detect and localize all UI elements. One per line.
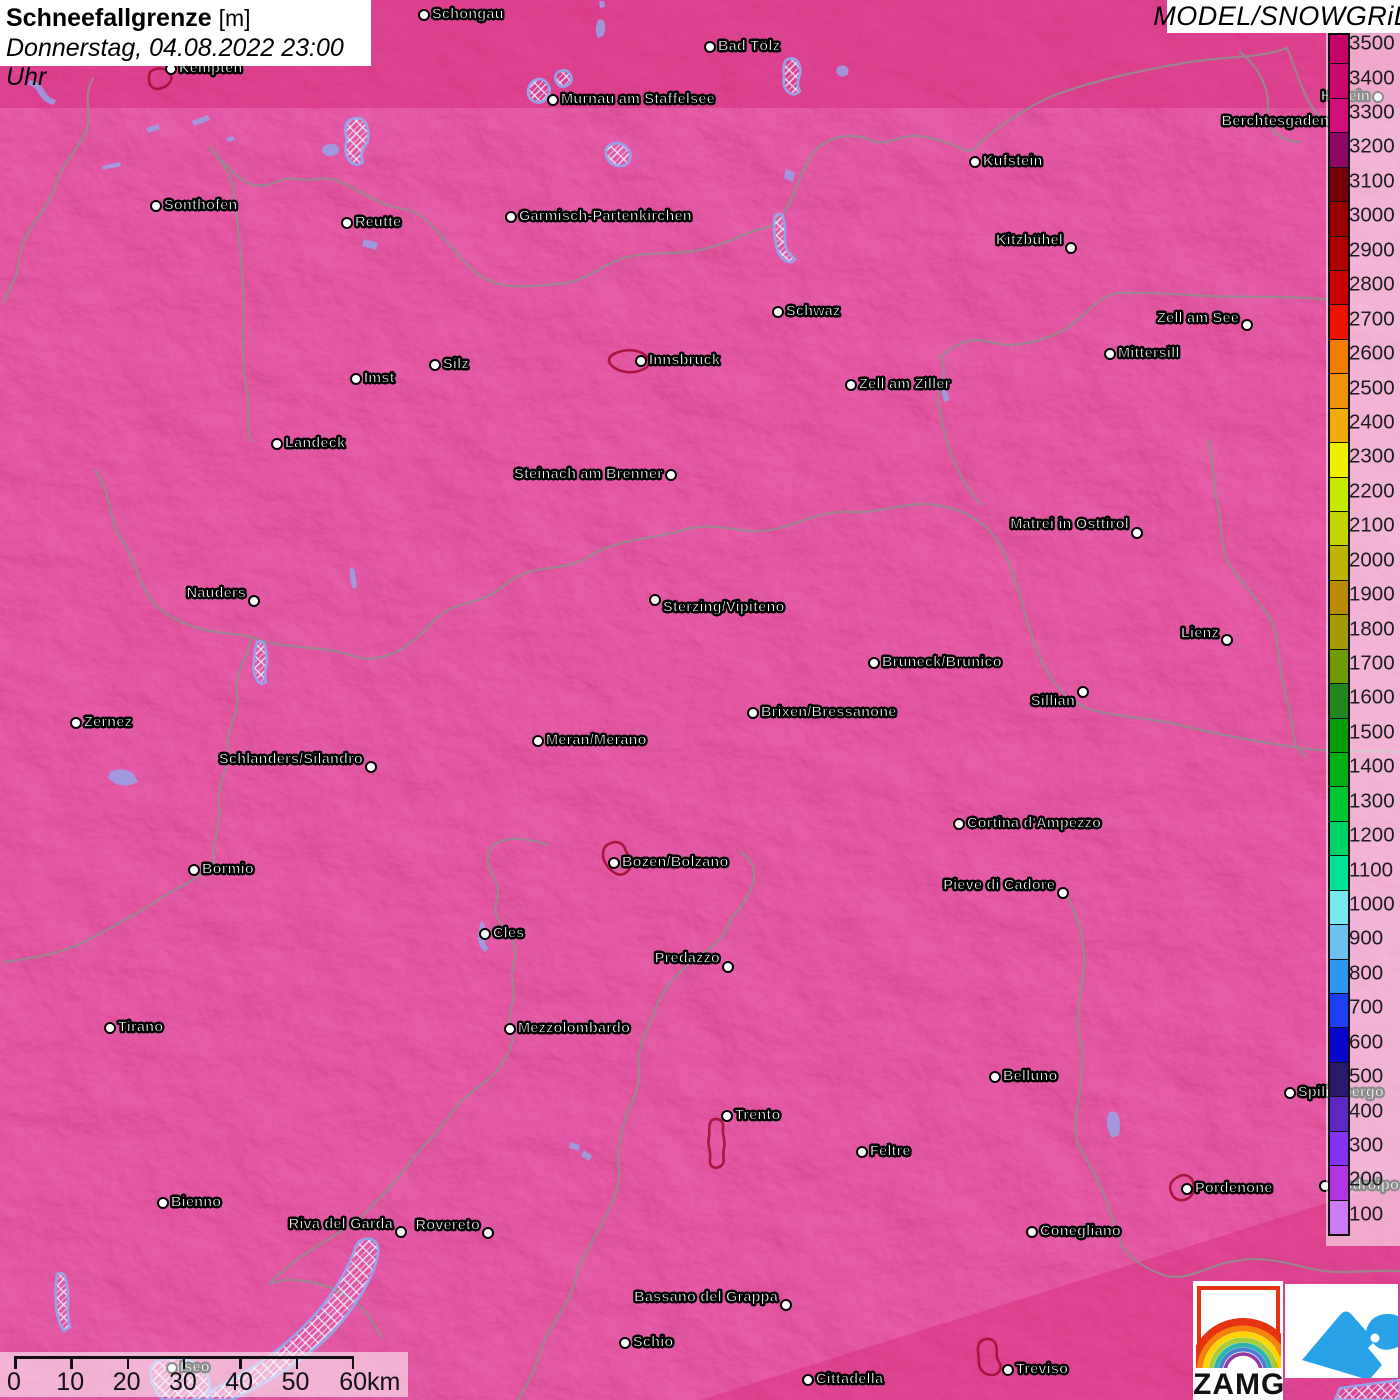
scalebar-label: 20 (112, 1368, 141, 1396)
colorbar-segment (1330, 63, 1348, 98)
colorbar-segment (1330, 958, 1348, 994)
colorbar-segment (1330, 579, 1348, 615)
colorbar-tick-label: 300 (1349, 1133, 1384, 1157)
colorbar-segment (1330, 1061, 1348, 1097)
colorbar-segment (1330, 235, 1348, 270)
city-boundary-outlines (147, 67, 1196, 1377)
model-box: MODEL/SNOWGRiD (1153, 0, 1400, 33)
colorbar-panel: 3500 3400 3300 3200 3100 3000 2900 2800 2700 2600… (1326, 31, 1400, 1246)
scalebar-label: 30 (168, 1368, 197, 1396)
zamg-wordmark: ZAMG (1193, 1368, 1286, 1400)
partner-logo (1285, 1284, 1400, 1380)
colorbar-tick-label: 600 (1349, 1030, 1384, 1054)
colorbar-segment (1330, 545, 1348, 580)
colorbar-tick-label: 3100 (1349, 169, 1395, 193)
water-features (54, 57, 1400, 1400)
colorbar-segment (1330, 1130, 1348, 1166)
colorbar-segment (1330, 269, 1348, 305)
colorbar-tick-label: 1300 (1349, 789, 1395, 813)
colorbar-segment (1330, 132, 1348, 167)
admin-borders (2, 46, 1400, 1400)
mountain-icon (1302, 1311, 1400, 1380)
colorbar-segment (1330, 683, 1348, 718)
colorbar-segment (1330, 35, 1348, 64)
colorbar-tick-label: 3000 (1349, 203, 1395, 227)
colorbar-tick-label: 1700 (1349, 651, 1395, 675)
colorbar-segment (1330, 97, 1348, 133)
colorbar-tick-label: 2800 (1349, 272, 1395, 296)
scalebar-label: 50 (281, 1368, 310, 1396)
colorbar-segment (1330, 476, 1348, 511)
colorbar-tick-label: 100 (1349, 1202, 1384, 1226)
scalebar-label: 40 (225, 1368, 254, 1396)
colorbar-segment (1330, 166, 1348, 202)
colorbar-tick-label: 1000 (1349, 892, 1395, 916)
small-water-features (28, 1, 1120, 1161)
timestamp: Donnerstag, 04.08.2022 23:00 Uhr (6, 34, 344, 91)
colorbar-tick-label: 2100 (1349, 513, 1395, 537)
colorbar-segment (1330, 889, 1348, 925)
colorbar-tick-label: 1500 (1349, 720, 1395, 744)
colorbar-segment (1330, 855, 1348, 890)
colorbar-tick-label: 2200 (1349, 479, 1395, 503)
snowline-map-screenshot: Schongau Bad Tölz Kempten Murnau am Staffel… (0, 0, 1400, 1400)
colorbar-tick-label: 1800 (1349, 617, 1395, 641)
colorbar-segment (1330, 1199, 1348, 1235)
colorbar-segment (1330, 752, 1348, 787)
colorbar-segment (1330, 1165, 1348, 1200)
colorbar-segment (1330, 407, 1348, 443)
scalebar: 0 10 20 30 40 50 60km (0, 1352, 408, 1397)
title-box: Schneefallgrenze [m] Donnerstag, 04.08.2… (0, 0, 371, 91)
colorbar-tick-label: 1600 (1349, 685, 1395, 709)
colorbar-tick-label: 700 (1349, 995, 1384, 1019)
model-label: MODEL/SNOWGRiD (1153, 1, 1400, 31)
colorbar-tick-label: 2600 (1349, 341, 1395, 365)
colorbar-tick-label: 1900 (1349, 582, 1395, 606)
colorbar-tick-label: 1100 (1349, 858, 1394, 882)
colorbar-tick-label: 800 (1349, 961, 1384, 985)
colorbar-tick-label: 500 (1349, 1064, 1384, 1088)
colorbar-tick-label: 3400 (1349, 66, 1395, 90)
colorbar-segment (1330, 648, 1348, 684)
title-unit: [m] (218, 5, 251, 31)
colorbar-segment (1330, 442, 1348, 477)
colorbar-segment (1330, 1027, 1348, 1062)
colorbar-segment (1330, 338, 1348, 374)
colorbar-tick-label: 3500 (1349, 31, 1395, 55)
colorbar-tick-label: 400 (1349, 1099, 1384, 1123)
map-canvas (0, 0, 1400, 1400)
colorbar-tick-label: 900 (1349, 926, 1384, 950)
colorbar-tick-label: 3300 (1349, 100, 1395, 124)
colorbar-segment (1330, 993, 1348, 1028)
scalebar-label: 60km (339, 1368, 401, 1396)
colorbar-tick-label: 2700 (1349, 307, 1395, 331)
snowline-fill (0, 0, 1400, 1400)
zamg-logo: ZAMG (1193, 1281, 1286, 1400)
colorbar (1328, 33, 1350, 1236)
colorbar-segment (1330, 1096, 1348, 1131)
colorbar-segment (1330, 511, 1348, 546)
colorbar-segment (1330, 820, 1348, 856)
page-title: Schneefallgrenze [m] (6, 4, 251, 32)
scalebar-label: 0 (7, 1368, 21, 1396)
scalebar-label: 10 (56, 1368, 85, 1396)
colorbar-segment (1330, 304, 1348, 339)
colorbar-tick-label: 2900 (1349, 238, 1395, 262)
colorbar-segment (1330, 614, 1348, 649)
colorbar-tick-label: 1400 (1349, 754, 1395, 778)
colorbar-tick-label: 200 (1349, 1167, 1384, 1191)
colorbar-tick-label: 2400 (1349, 410, 1395, 434)
colorbar-segment (1330, 786, 1348, 821)
colorbar-segment (1330, 201, 1348, 236)
colorbar-tick-label: 2300 (1349, 444, 1395, 468)
colorbar-segment (1330, 924, 1348, 959)
hillshade-texture (0, 0, 1400, 1400)
colorbar-tick-label: 1200 (1349, 823, 1395, 847)
colorbar-segment (1330, 717, 1348, 752)
colorbar-tick-label: 2500 (1349, 376, 1395, 400)
colorbar-segment (1330, 373, 1348, 408)
colorbar-tick-label: 2000 (1349, 548, 1395, 572)
colorbar-tick-label: 3200 (1349, 135, 1395, 159)
